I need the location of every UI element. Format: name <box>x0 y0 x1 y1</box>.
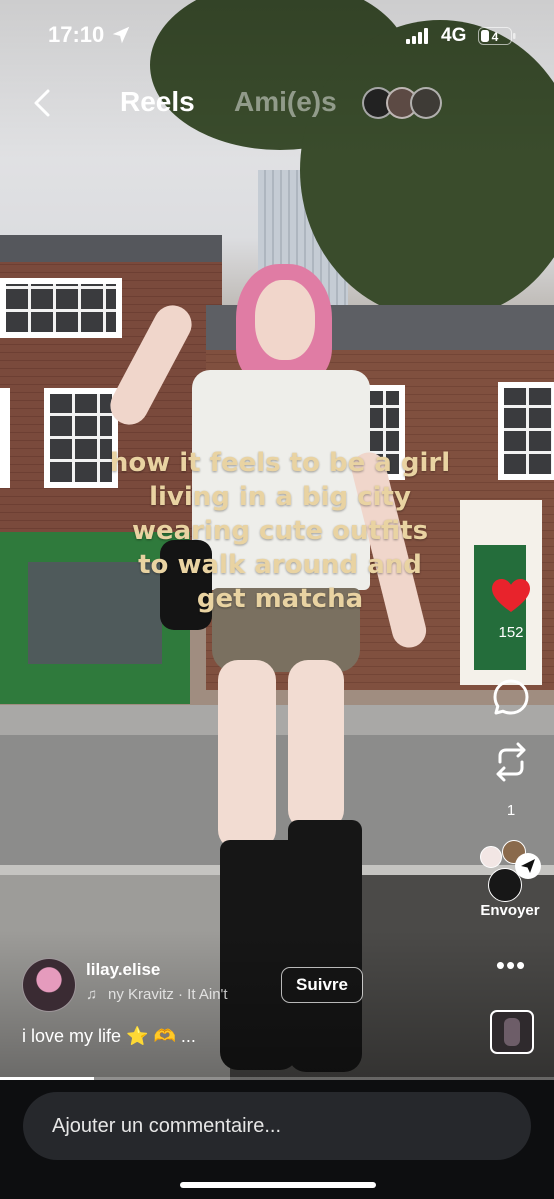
location-arrow-icon <box>112 26 130 44</box>
person-face <box>255 280 315 360</box>
send-button[interactable] <box>474 840 544 902</box>
friend-avatars[interactable] <box>362 87 442 119</box>
home-indicator <box>180 1182 376 1188</box>
tab-reels[interactable]: Reels <box>120 86 195 118</box>
roof <box>0 235 222 265</box>
repost-count: 1 <box>506 802 516 819</box>
overlay-line: to walk around and <box>138 550 422 580</box>
post-caption[interactable]: i love my life ⭐ 🫶 ... <box>22 1026 196 1047</box>
signal-icon <box>406 28 428 44</box>
battery-icon: 4 <box>478 27 516 45</box>
comment-input[interactable]: Ajouter un commentaire... <box>23 1092 531 1160</box>
person-leg <box>288 660 344 830</box>
author-avatar[interactable] <box>22 958 76 1012</box>
network-type: 4G <box>441 25 467 46</box>
caption-text: i love my life <box>22 1026 122 1046</box>
follow-button[interactable]: Suivre <box>281 967 363 1003</box>
music-note-icon: ♫ <box>86 986 98 1003</box>
status-time: 17:10 <box>48 22 105 47</box>
back-chevron-icon[interactable] <box>28 86 60 120</box>
overlay-line: wearing cute outfits <box>131 516 429 546</box>
window <box>0 388 10 488</box>
send-label: Envoyer <box>480 902 540 919</box>
person-leg <box>218 660 276 850</box>
overlay-line: how it feels to be a girl <box>109 448 451 478</box>
pavement <box>0 705 554 735</box>
window <box>498 382 554 480</box>
comment-button[interactable] <box>481 678 541 721</box>
window <box>0 278 122 338</box>
overlay-line: get matcha <box>196 584 364 614</box>
friend-avatar <box>410 87 442 119</box>
recipient-avatar <box>480 846 502 868</box>
more-icon[interactable]: ••• <box>495 952 527 978</box>
author-username[interactable]: lilay.elise <box>86 960 160 980</box>
music-title: ny Kravitz · It Ain't <box>108 986 228 1003</box>
repost-button[interactable] <box>481 740 541 789</box>
heart-icon <box>492 579 530 612</box>
tab-friends[interactable]: Ami(e)s <box>234 86 337 118</box>
repost-icon <box>496 742 526 782</box>
status-bar: 17:10 4G 4 <box>0 0 554 70</box>
overlay-line: living in a big city <box>149 482 411 512</box>
send-icon <box>515 853 541 879</box>
like-button[interactable]: 152 <box>481 578 541 641</box>
like-count: 152 <box>498 624 524 641</box>
bottom-gradient <box>0 930 554 1080</box>
caption-more[interactable]: ... <box>181 1026 196 1046</box>
video-overlay-text: how it feels to be a girl living in a bi… <box>70 446 490 616</box>
caption-emojis: ⭐ 🫶 <box>126 1026 176 1046</box>
music-info[interactable]: ♫ ny Kravitz · It Ain't <box>86 986 266 1003</box>
battery-level: 4 <box>492 30 499 44</box>
comment-icon <box>493 679 529 715</box>
audio-thumbnail[interactable] <box>490 1010 534 1054</box>
